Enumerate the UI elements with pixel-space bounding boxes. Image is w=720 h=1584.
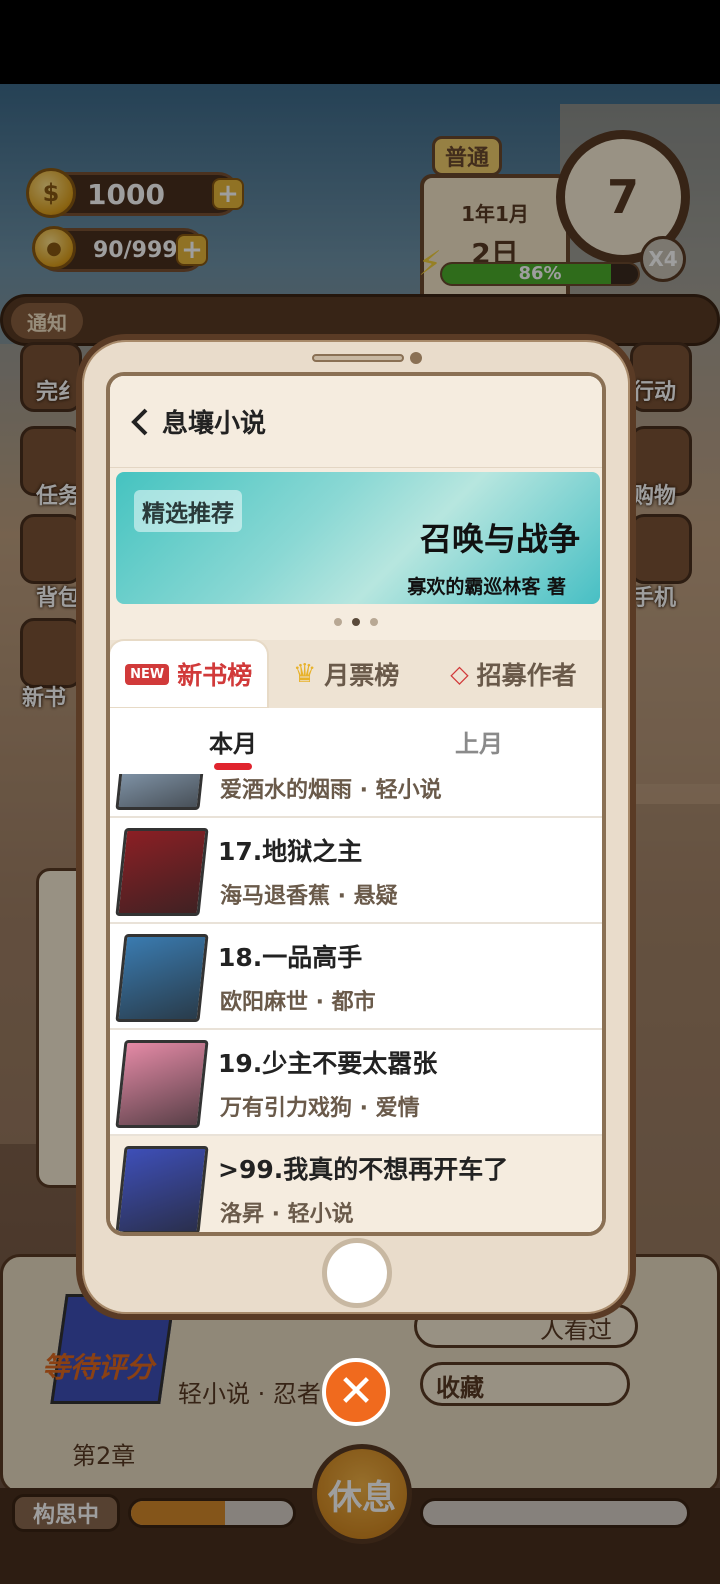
close-button[interactable]: ✕ — [322, 1358, 390, 1426]
phone-camera — [410, 352, 422, 364]
app-title: 息壤小说 — [162, 409, 267, 439]
book-cover — [115, 934, 209, 1022]
book-cover — [115, 1040, 209, 1128]
carousel-dot[interactable] — [370, 618, 378, 626]
subtab-label: 本月 — [209, 729, 257, 758]
banner-author: 寡欢的霸巡林客 著 — [407, 576, 566, 598]
tab-label: 月票榜 — [324, 661, 400, 690]
carousel-dots — [110, 614, 602, 630]
phone-screen: 息壤小说 精选推荐 召唤与战争 寡欢的霸巡林客 著 NEW 新书榜 ♛ 月票榜 … — [106, 372, 606, 1236]
banner-title: 召唤与战争 — [419, 520, 580, 558]
my-book-row[interactable]: >99.我真的不想再开车了 洛昇 · 轻小说 — [110, 1136, 602, 1232]
subtab-this-month[interactable]: 本月 — [110, 708, 356, 774]
period-tabs: 本月 上月 — [110, 708, 602, 774]
featured-banner[interactable]: 精选推荐 召唤与战争 寡欢的霸巡林客 著 — [116, 472, 600, 604]
subtab-last-month[interactable]: 上月 — [356, 708, 602, 774]
carousel-dot-active[interactable] — [352, 618, 360, 626]
book-cover — [115, 828, 209, 916]
ranking-tabs: NEW 新书榜 ♛ 月票榜 ◇ 招募作者 — [110, 640, 602, 708]
tab-new-books[interactable]: NEW 新书榜 — [110, 641, 268, 707]
book-author-genre: 万有引力戏狗 · 爱情 — [220, 1096, 420, 1121]
book-title: 19.少主不要太嚣张 — [218, 1049, 438, 1078]
list-item[interactable]: 19.少主不要太嚣张 万有引力戏狗 · 爱情 — [110, 1030, 602, 1136]
book-title: >99.我真的不想再开车了 — [218, 1155, 509, 1184]
book-author-genre: 海马退香蕉 · 悬疑 — [220, 884, 398, 909]
back-button[interactable] — [122, 405, 156, 439]
phone-speaker — [312, 354, 404, 362]
book-list[interactable]: 爱酒水的烟雨 · 轻小说 17.地狱之主 海马退香蕉 · 悬疑 18.一品高手 … — [110, 774, 602, 1232]
book-author-genre: 爱酒水的烟雨 · 轻小说 — [220, 778, 442, 803]
tab-label: 招募作者 — [476, 661, 577, 690]
new-badge: NEW — [125, 663, 170, 685]
status-bar-area — [0, 0, 720, 84]
list-item[interactable]: 17.地狱之主 海马退香蕉 · 悬疑 — [110, 818, 602, 924]
handshake-icon: ◇ — [450, 660, 469, 688]
subtab-label: 上月 — [455, 729, 503, 758]
book-cover — [115, 1146, 209, 1232]
banner-tag: 精选推荐 — [134, 490, 242, 532]
phone-home-button[interactable] — [322, 1238, 392, 1308]
crown-icon: ♛ — [292, 659, 317, 689]
tab-label: 新书榜 — [177, 661, 253, 690]
book-author-genre: 欧阳麻世 · 都市 — [220, 990, 376, 1015]
tab-monthly-votes[interactable]: ♛ 月票榜 — [267, 641, 424, 707]
book-title: 18.一品高手 — [218, 943, 363, 972]
chevron-left-icon — [131, 408, 148, 435]
phone-modal: 息壤小说 精选推荐 召唤与战争 寡欢的霸巡林客 著 NEW 新书榜 ♛ 月票榜 … — [76, 334, 636, 1320]
book-author-genre: 洛昇 · 轻小说 — [220, 1202, 354, 1227]
book-title: 17.地狱之主 — [218, 837, 363, 866]
tab-recruit-authors[interactable]: ◇ 招募作者 — [425, 641, 602, 707]
app-header: 息壤小说 — [110, 376, 602, 468]
list-item[interactable]: 爱酒水的烟雨 · 轻小说 — [110, 774, 602, 818]
carousel-dot[interactable] — [334, 618, 342, 626]
list-item[interactable]: 18.一品高手 欧阳麻世 · 都市 — [110, 924, 602, 1030]
active-underline — [214, 763, 252, 770]
book-cover — [115, 774, 209, 810]
